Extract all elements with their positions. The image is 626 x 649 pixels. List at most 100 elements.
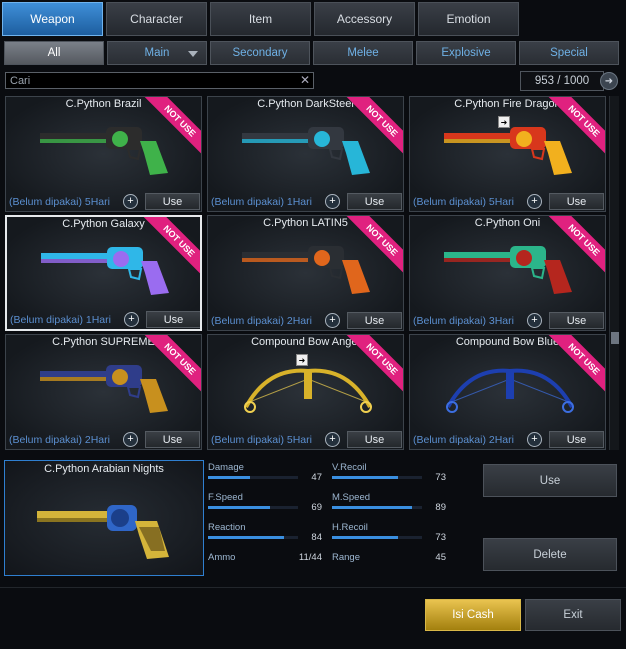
selected-item-preview: C.Python Arabian Nights — [4, 460, 204, 576]
search-box: ✕ — [5, 72, 314, 89]
inventory-count: 953 / 1000 — [520, 71, 604, 91]
filter-main[interactable]: Main — [107, 41, 207, 65]
weapon-image — [244, 368, 372, 413]
extend-plus-icon[interactable]: + — [325, 194, 340, 209]
item-status: (Belum dipakai) 3Hari — [413, 315, 514, 327]
filter-special[interactable]: Special — [519, 41, 619, 65]
search-input[interactable] — [6, 73, 313, 88]
item-card[interactable]: C.Python Fire Dragon ➜ NOT USE (Belum di… — [409, 96, 606, 212]
delete-button[interactable]: Delete — [483, 538, 617, 571]
item-status: (Belum dipakai) 2Hari — [211, 315, 312, 327]
item-use-button[interactable]: Use — [145, 431, 200, 448]
stat-label: H.Recoil — [332, 522, 368, 533]
weapon-image — [242, 127, 370, 175]
filter-explosive[interactable]: Explosive — [416, 41, 516, 65]
isi-cash-button[interactable]: Isi Cash — [425, 599, 521, 631]
item-card[interactable]: C.Python SUPREME NOT USE (Belum dipakai)… — [5, 334, 202, 450]
extend-plus-icon[interactable]: + — [325, 313, 340, 328]
item-grid: C.Python Brazil NOT USE (Belum dipakai) … — [5, 96, 607, 450]
item-status: (Belum dipakai) 1Hari — [211, 196, 312, 208]
stat-bar — [208, 476, 298, 479]
item-status: (Belum dipakai) 2Hari — [9, 434, 110, 446]
item-card[interactable]: Compound Bow Angel ➜ NOT USE (Belum dipa… — [207, 334, 404, 450]
stat-value: 69 — [311, 502, 322, 513]
item-use-button[interactable]: Use — [347, 193, 402, 210]
weapon-stats: Damage 47 V.Recoil 73 F.Speed 69 M.Speed… — [208, 462, 458, 572]
item-use-button[interactable]: Use — [549, 312, 604, 329]
stat-value: 84 — [311, 532, 322, 543]
item-use-button[interactable]: Use — [549, 193, 604, 210]
clear-search-icon[interactable]: ✕ — [300, 73, 310, 87]
stat-label: F.Speed — [208, 492, 243, 503]
item-status: (Belum dipakai) 1Hari — [10, 314, 111, 326]
tab-accessory[interactable]: Accessory — [314, 2, 415, 36]
weapon-image — [444, 127, 572, 175]
stat-bar — [332, 476, 422, 479]
item-use-button[interactable]: Use — [549, 431, 604, 448]
footer-divider — [0, 587, 626, 588]
item-status: (Belum dipakai) 5Hari — [9, 196, 110, 208]
item-card[interactable]: C.Python DarkSteel NOT USE (Belum dipaka… — [207, 96, 404, 212]
item-use-button[interactable]: Use — [146, 311, 200, 328]
filter-secondary[interactable]: Secondary — [210, 41, 310, 65]
item-status: (Belum dipakai) 2Hari — [413, 434, 514, 446]
grid-scrollbar[interactable] — [609, 96, 619, 450]
stat-bar — [208, 536, 298, 539]
tab-character[interactable]: Character — [106, 2, 207, 36]
weapon-image — [40, 365, 168, 413]
extend-plus-icon[interactable]: + — [527, 313, 542, 328]
item-card[interactable]: C.Python Oni NOT USE (Belum dipakai) 3Ha… — [409, 215, 606, 331]
stat-bar — [332, 536, 422, 539]
extend-plus-icon[interactable]: + — [527, 432, 542, 447]
chevron-down-icon — [188, 51, 198, 57]
tab-weapon[interactable]: Weapon — [2, 2, 103, 36]
filter-all[interactable]: All — [4, 41, 104, 65]
item-card[interactable]: C.Python Galaxy NOT USE (Belum dipakai) … — [5, 215, 202, 331]
item-use-button[interactable]: Use — [347, 431, 402, 448]
scrollbar-thumb[interactable] — [611, 332, 619, 344]
category-tabs: Weapon Character Item Accessory Emotion — [2, 2, 519, 38]
exit-button[interactable]: Exit — [525, 599, 621, 631]
tab-emotion[interactable]: Emotion — [418, 2, 519, 36]
attachment-icon: ➜ — [296, 354, 308, 366]
extend-plus-icon[interactable]: + — [325, 432, 340, 447]
weapon-image — [242, 246, 370, 294]
item-status: (Belum dipakai) 5Hari — [413, 196, 514, 208]
stat-value: 47 — [311, 472, 322, 483]
weapon-image — [446, 368, 574, 413]
item-card[interactable]: Compound Bow Blue NOT USE (Belum dipakai… — [409, 334, 606, 450]
filter-melee[interactable]: Melee — [313, 41, 413, 65]
stat-label: Ammo — [208, 552, 236, 563]
stat-value: 73 — [435, 532, 446, 543]
stat-label: Range — [332, 552, 360, 563]
item-use-button[interactable]: Use — [347, 312, 402, 329]
item-card[interactable]: C.Python Brazil NOT USE (Belum dipakai) … — [5, 96, 202, 212]
extend-plus-icon[interactable]: + — [124, 312, 139, 327]
item-use-button[interactable]: Use — [145, 193, 200, 210]
selected-weapon-image — [37, 505, 169, 559]
stat-label: V.Recoil — [332, 462, 367, 473]
extend-plus-icon[interactable]: + — [527, 194, 542, 209]
extend-plus-icon[interactable]: + — [123, 432, 138, 447]
weapon-image — [444, 246, 572, 294]
weapon-image — [41, 247, 169, 295]
stat-value: 11/44 — [298, 552, 322, 563]
extend-plus-icon[interactable]: + — [123, 194, 138, 209]
use-button[interactable]: Use — [483, 464, 617, 497]
arrow-right-icon: ➜ — [604, 75, 614, 87]
weapon-image — [40, 127, 168, 175]
selected-item-title: C.Python Arabian Nights — [44, 463, 164, 475]
stat-value: 45 — [435, 552, 446, 563]
stat-label: M.Speed — [332, 492, 371, 503]
item-card[interactable]: C.Python LATIN5 NOT USE (Belum dipakai) … — [207, 215, 404, 331]
expand-inventory-button[interactable]: ➜ — [600, 72, 618, 90]
tab-item[interactable]: Item — [210, 2, 311, 36]
stat-value: 89 — [435, 502, 446, 513]
stat-bar — [208, 506, 298, 509]
stat-bar — [332, 506, 422, 509]
stat-value: 73 — [435, 472, 446, 483]
attachment-icon: ➜ — [498, 116, 510, 128]
stat-label: Damage — [208, 462, 244, 473]
item-status: (Belum dipakai) 5Hari — [211, 434, 312, 446]
stat-label: Reaction — [208, 522, 246, 533]
